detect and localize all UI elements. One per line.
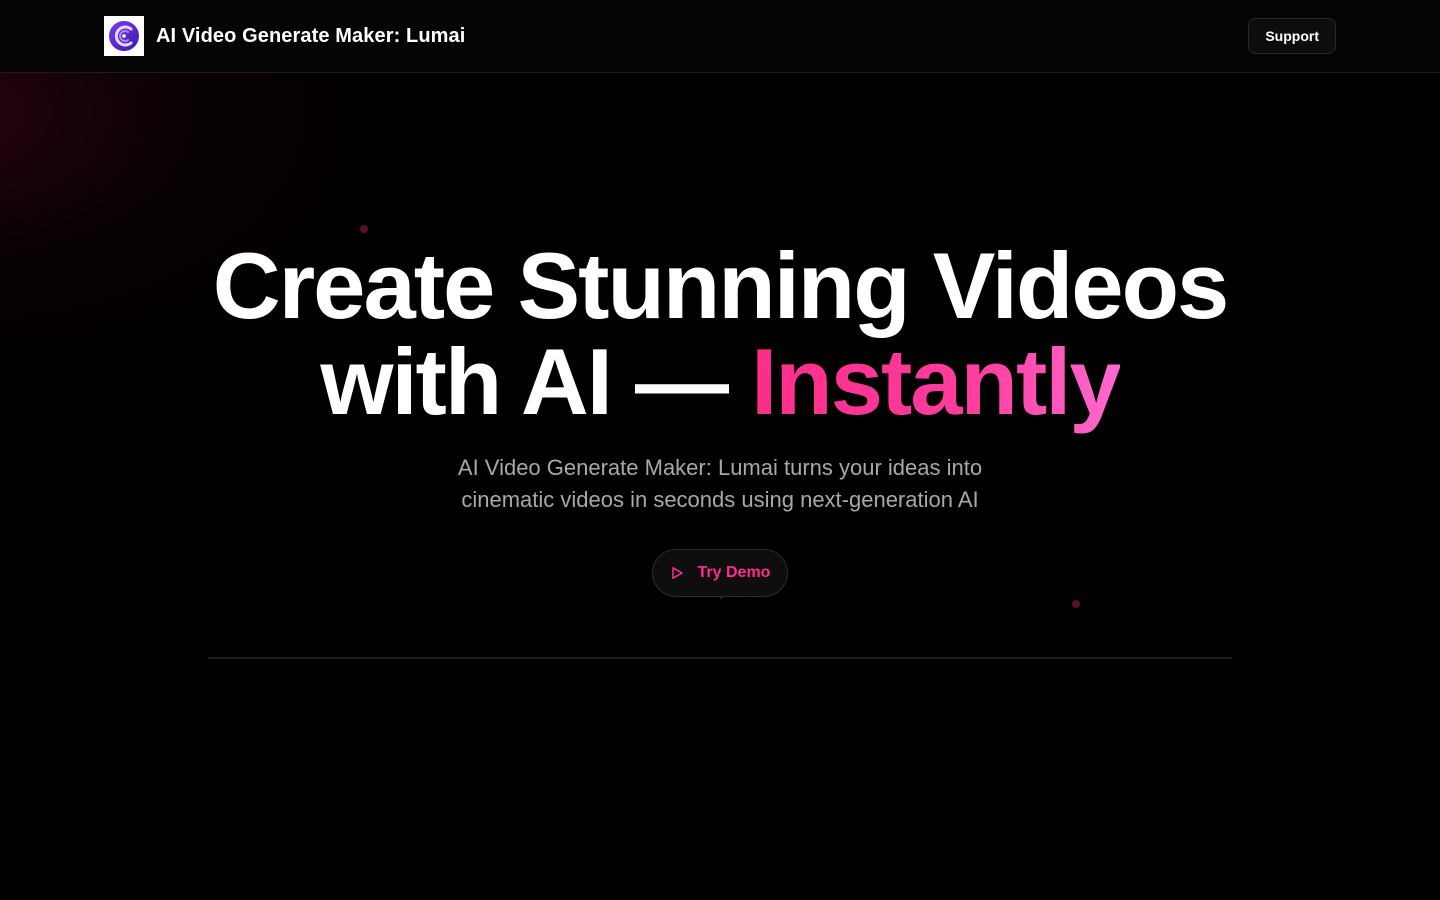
lumai-logo-icon[interactable] — [104, 16, 144, 56]
hero-headline: Create Stunning Videos with AI — Instant… — [0, 238, 1440, 430]
support-button[interactable]: Support — [1248, 18, 1336, 54]
headline-line-1: Create Stunning Videos — [212, 233, 1230, 338]
hero-section: Create Stunning Videos with AI — Instant… — [0, 238, 1440, 597]
headline-line-2-prefix: with AI — — [320, 329, 752, 434]
try-demo-button[interactable]: Try Demo — [651, 549, 789, 597]
site-header: AI Video Generate Maker: Lumai Support — [0, 0, 1440, 73]
decorative-dot — [1072, 600, 1080, 608]
hero-subtitle: AI Video Generate Maker: Lumai turns you… — [457, 455, 983, 512]
landing-page: AI Video Generate Maker: Lumai Support C… — [0, 0, 1440, 900]
brand[interactable]: AI Video Generate Maker: Lumai — [104, 16, 465, 56]
cta-wrapper: Try Demo — [0, 549, 1440, 597]
play-icon — [670, 566, 684, 580]
headline-accent: Instantly — [751, 329, 1122, 434]
section-divider — [208, 657, 1232, 659]
decorative-dot — [360, 225, 368, 233]
brand-title[interactable]: AI Video Generate Maker: Lumai — [156, 25, 465, 48]
try-demo-label: Try Demo — [697, 564, 771, 581]
